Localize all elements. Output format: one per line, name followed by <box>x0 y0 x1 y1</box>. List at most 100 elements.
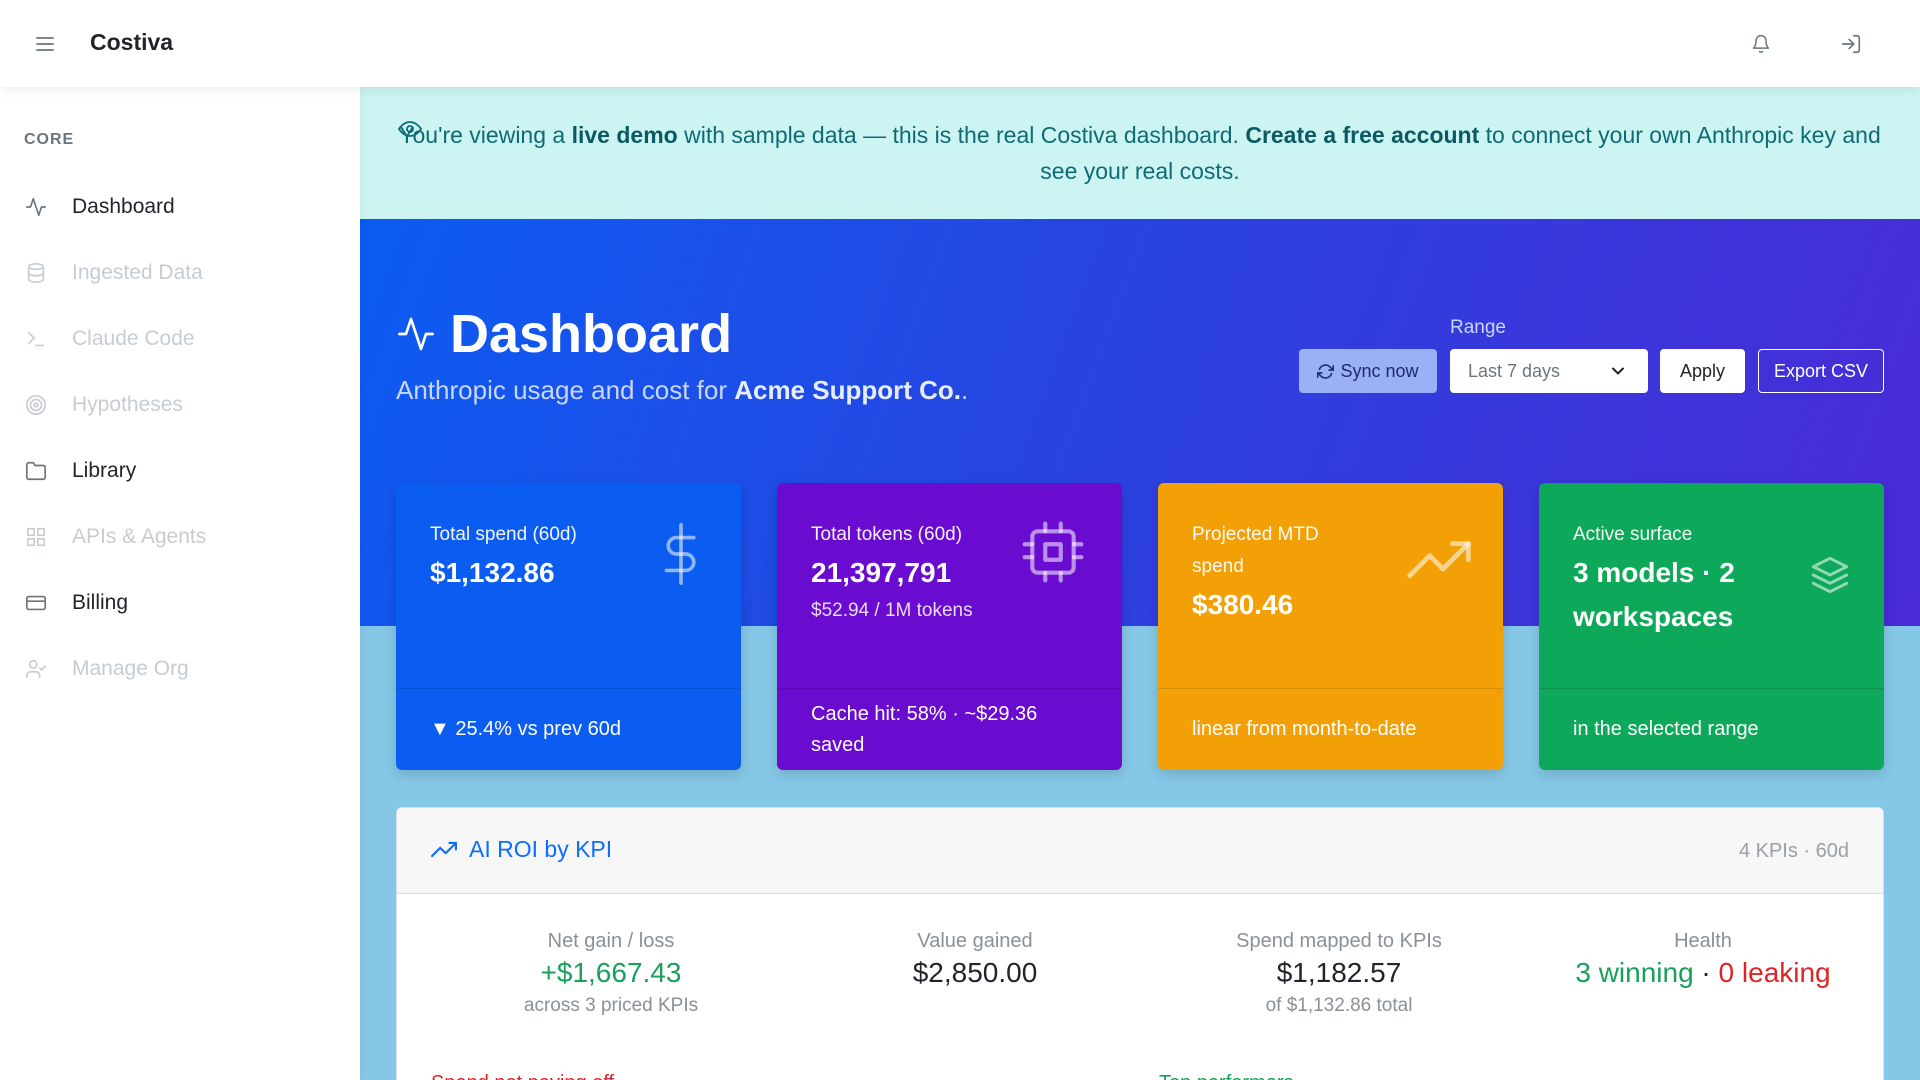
apply-button[interactable]: Apply <box>1660 349 1745 393</box>
card-label: Active surface <box>1573 524 1693 545</box>
sync-now-label: Sync now <box>1340 360 1419 381</box>
sidebar-item-label: Billing <box>72 591 129 614</box>
kpi-card-projected-mtd: Projected MTD spend $380.46 linear from … <box>1158 483 1503 770</box>
banner-text-mid: with sample data — this is the real Cost… <box>677 122 1246 148</box>
card-body: Total spend (60d) $1,132.86 <box>396 483 741 688</box>
top-navbar: Costiva <box>0 0 1920 87</box>
demo-banner: You're viewing a live demo with sample d… <box>360 87 1920 219</box>
section-spend-not-paying-off: Spend not paying off <box>431 1072 614 1080</box>
sidebar-item-label: Dashboard <box>72 195 175 218</box>
target-icon <box>24 393 48 417</box>
metric-sub: across 3 priced KPIs <box>523 995 699 1016</box>
sidebar-item-manage-org[interactable]: Manage Org <box>24 649 344 689</box>
chevron-down-icon <box>1612 367 1624 375</box>
cpu-icon <box>1022 521 1084 583</box>
sync-now-button[interactable]: Sync now <box>1299 349 1437 393</box>
page-title: Dashboard <box>450 304 733 364</box>
card-label: Projected MTD spend <box>1192 524 1319 577</box>
sidebar-item-claude-code[interactable]: Claude Code <box>24 319 344 359</box>
metric-label: Health <box>1674 930 1732 952</box>
banner-live-demo: live demo <box>571 122 678 148</box>
metric-net-gain: Net gain / loss +$1,667.43 across 3 pric… <box>461 928 761 1020</box>
sidebar: CORE Dashboard Ingested Data Claude Code… <box>0 87 360 1080</box>
sidebar-item-label: Library <box>72 459 137 482</box>
sidebar-item-library[interactable]: Library <box>24 451 344 491</box>
credit-card-icon <box>24 591 48 615</box>
sidebar-item-label: APIs & Agents <box>72 525 207 548</box>
metric-value: +$1,667.43 <box>540 957 682 988</box>
card-value: $380.46 <box>1192 589 1294 620</box>
log-in-icon <box>1841 34 1861 54</box>
brand-name[interactable]: Costiva <box>90 29 173 56</box>
kpi-card-active-surface: Active surface 3 models · 2 workspaces i… <box>1539 483 1884 770</box>
subtitle-pre: Anthropic usage and cost for <box>396 375 735 405</box>
kpi-card-total-spend: Total spend (60d) $1,132.86 ▼ 25.4% vs p… <box>396 483 741 770</box>
metric-label: Spend mapped to KPIs <box>1236 930 1442 952</box>
metric-value-gained: Value gained $2,850.00 <box>825 928 1125 992</box>
card-footer: in the selected range <box>1539 688 1884 770</box>
dollar-icon <box>664 523 696 585</box>
eye-icon <box>398 121 422 137</box>
layers-icon <box>1811 556 1849 594</box>
sidebar-item-hypotheses[interactable]: Hypotheses <box>24 385 344 425</box>
sidebar-item-apis-agents[interactable]: APIs & Agents <box>24 517 344 557</box>
roi-panel-meta: 4 KPIs · 60d <box>1738 840 1849 862</box>
main-content: You're viewing a live demo with sample d… <box>360 87 1920 1080</box>
card-value: 3 models · 2 workspaces <box>1573 557 1735 632</box>
org-name: Acme Support Co. <box>734 375 961 405</box>
sidebar-heading: CORE <box>24 131 75 148</box>
card-body: Projected MTD spend $380.46 <box>1158 483 1503 688</box>
export-csv-button[interactable]: Export CSV <box>1758 349 1884 393</box>
metric-label: Net gain / loss <box>547 930 675 952</box>
activity-icon <box>24 195 48 219</box>
sidebar-item-label: Ingested Data <box>72 261 203 284</box>
subtitle-post: . <box>961 375 969 405</box>
metric-value: $1,182.57 <box>1276 957 1402 988</box>
range-select[interactable]: Last 7 days <box>1450 349 1648 393</box>
login-button[interactable] <box>1836 29 1866 59</box>
metric-health: Health 3 winning · 0 leaking <box>1553 928 1853 992</box>
health-leaking: 0 leaking <box>1718 957 1831 988</box>
sidebar-item-label: Manage Org <box>72 657 189 680</box>
metric-spend-mapped: Spend mapped to KPIs $1,182.57 of $1,132… <box>1189 928 1489 1020</box>
hamburger-menu-button[interactable] <box>30 30 60 58</box>
card-body: Total tokens (60d) 21,397,791 $52.94 / 1… <box>777 483 1122 688</box>
card-footer: ▼ 25.4% vs prev 60d <box>396 688 741 770</box>
bell-icon <box>1752 34 1770 54</box>
page-title-wrap: Dashboard <box>396 303 732 365</box>
user-check-icon <box>24 657 48 681</box>
terminal-icon <box>24 327 48 351</box>
metric-value: 3 winning · 0 leaking <box>1553 954 1853 992</box>
menu-icon <box>36 37 54 51</box>
trending-up-icon <box>431 841 457 859</box>
roi-title-text: AI ROI by KPI <box>469 836 613 862</box>
create-account-link[interactable]: Create a free account <box>1245 122 1479 148</box>
trending-up-icon <box>1407 541 1471 579</box>
section-top-performers: Top performers <box>1159 1072 1294 1080</box>
metric-label: Value gained <box>917 930 1033 952</box>
metric-value: $2,850.00 <box>912 957 1038 988</box>
banner-text-pre: You're viewing a <box>399 122 572 148</box>
kpi-card-total-tokens: Total tokens (60d) 21,397,791 $52.94 / 1… <box>777 483 1122 770</box>
health-separator: · <box>1693 957 1719 988</box>
health-winning: 3 winning <box>1575 957 1694 988</box>
card-sub: $52.94 / 1M tokens <box>811 600 973 621</box>
sidebar-item-label: Hypotheses <box>72 393 183 416</box>
roi-panel-header: AI ROI by KPI 4 KPIs · 60d <box>397 808 1883 894</box>
card-footer: Cache hit: 58% · ~$29.36 saved <box>777 688 1122 770</box>
activity-icon <box>398 317 434 351</box>
page-subtitle: Anthropic usage and cost for Acme Suppor… <box>396 375 968 406</box>
notifications-button[interactable] <box>1746 29 1776 59</box>
sidebar-item-ingested-data[interactable]: Ingested Data <box>24 253 344 293</box>
sidebar-item-dashboard[interactable]: Dashboard <box>24 187 344 227</box>
folder-icon <box>24 459 48 483</box>
database-icon <box>24 261 48 285</box>
sidebar-item-label: Claude Code <box>72 327 195 350</box>
refresh-icon <box>1317 363 1335 380</box>
card-body: Active surface 3 models · 2 workspaces <box>1539 483 1884 688</box>
range-label: Range <box>1450 317 1506 338</box>
range-select-value: Last 7 days <box>1468 360 1561 381</box>
metric-sub: of $1,132.86 total <box>1265 995 1413 1016</box>
sidebar-item-billing[interactable]: Billing <box>24 583 344 623</box>
roi-panel-title[interactable]: AI ROI by KPI <box>431 836 612 863</box>
